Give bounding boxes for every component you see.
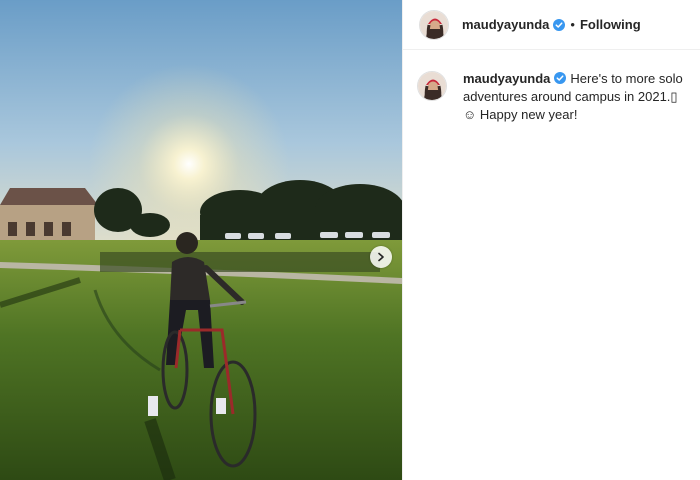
caption-emoji: ☺ xyxy=(463,107,477,122)
chevron-right-icon xyxy=(378,252,384,262)
avatar[interactable] xyxy=(419,9,449,40)
username-link[interactable]: maudyayunda xyxy=(462,17,549,32)
caption-avatar[interactable] xyxy=(417,71,447,101)
post-header: maudyayunda • Following xyxy=(403,0,700,50)
following-button[interactable]: Following xyxy=(580,17,641,32)
post-photo[interactable] xyxy=(0,0,402,480)
photo-image xyxy=(0,0,402,480)
verified-badge-icon xyxy=(554,72,567,84)
caption-line2: Happy new year! xyxy=(479,107,578,122)
separator-dot: • xyxy=(570,17,575,32)
post-side-panel: maudyayunda • Following maudyayunda Here'… xyxy=(402,0,700,480)
caption-text: maudyayunda Here's to more solo adventure… xyxy=(463,70,684,124)
next-photo-button[interactable] xyxy=(370,246,392,268)
caption-username-link[interactable]: maudyayunda xyxy=(463,71,550,86)
caption-row: maudyayunda Here's to more solo adventure… xyxy=(403,50,700,124)
verified-badge-icon xyxy=(553,18,566,31)
